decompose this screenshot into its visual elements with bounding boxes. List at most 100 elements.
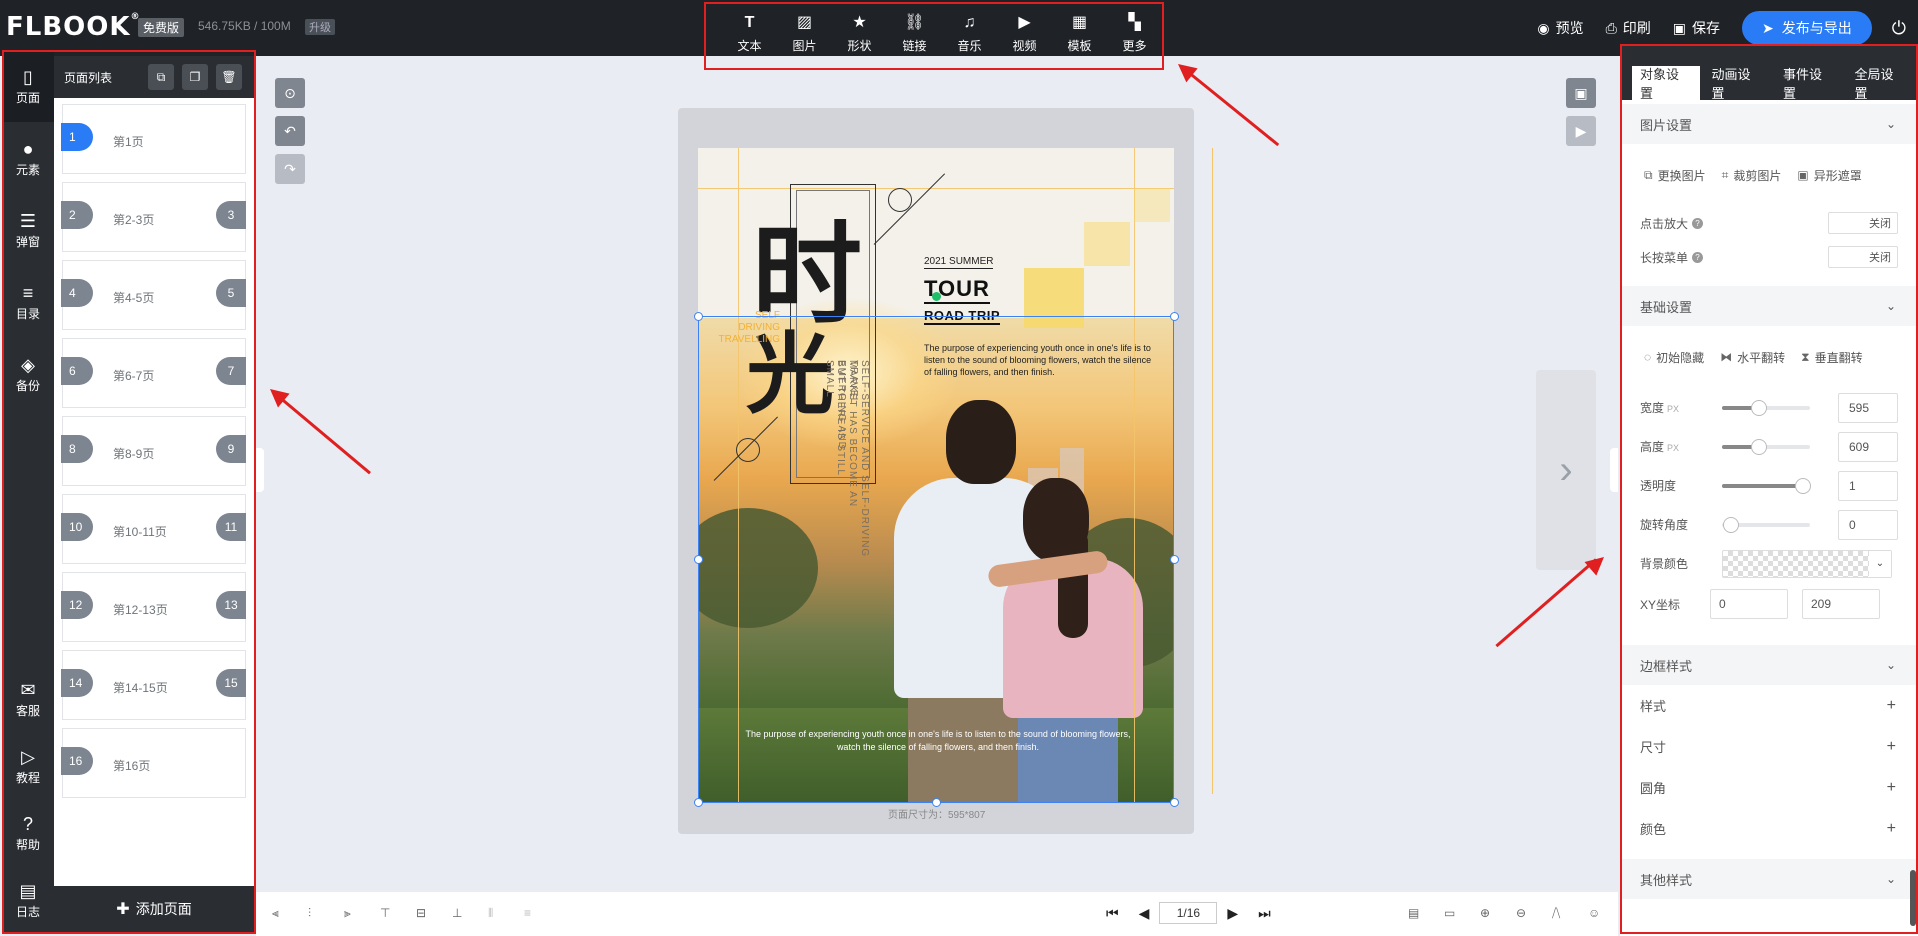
preview-button[interactable]: ◉ 预览 bbox=[1537, 18, 1583, 38]
resize-handle[interactable] bbox=[694, 312, 703, 321]
page-card-2-3[interactable]: 2 第2-3页 3 bbox=[61, 182, 246, 252]
tab-animation-settings[interactable]: 动画设置 bbox=[1704, 66, 1772, 101]
tab-event-settings[interactable]: 事件设置 bbox=[1775, 66, 1843, 101]
save-button[interactable]: ▣ 保存 bbox=[1673, 18, 1720, 38]
first-page-icon[interactable]: ⏮ bbox=[1106, 905, 1119, 922]
replace-image-button[interactable]: ⧉ 更换图片 bbox=[1644, 167, 1706, 184]
panel-scrollbar[interactable] bbox=[1910, 870, 1916, 926]
page-card-4-5[interactable]: 4 第4-5页 5 bbox=[61, 260, 246, 330]
align-middle-icon[interactable]: ⊟ bbox=[416, 906, 426, 920]
rail-item-elements[interactable]: ● 元素 bbox=[2, 122, 54, 194]
last-page-icon[interactable]: ⏭ bbox=[1258, 905, 1271, 922]
image-settings-header[interactable]: 图片设置 ⌄ bbox=[1620, 104, 1918, 144]
road-trip-heading[interactable]: ROAD TRIP bbox=[924, 308, 1000, 325]
add-page-button[interactable]: ✚ 添加页面 bbox=[54, 886, 254, 932]
width-input[interactable]: 595 bbox=[1838, 392, 1898, 423]
align-left-icon[interactable]: ⫷ bbox=[272, 906, 279, 921]
y-input[interactable]: 209 bbox=[1802, 589, 1880, 619]
page-input[interactable]: 1/16 bbox=[1159, 902, 1218, 924]
tool-more[interactable]: ▚ 更多 bbox=[1107, 4, 1162, 68]
long-press-toggle[interactable]: 关闭 bbox=[1828, 246, 1898, 268]
power-icon[interactable]: ⏻ bbox=[1892, 18, 1906, 39]
rotate-handle[interactable] bbox=[932, 292, 941, 301]
background-color-picker[interactable]: ⌄ bbox=[1722, 549, 1892, 578]
resize-handle[interactable] bbox=[1170, 312, 1179, 321]
initial-hide-button[interactable]: ◌ 初始隐藏 bbox=[1644, 349, 1704, 366]
distribute-h-icon[interactable]: ⦀ bbox=[488, 906, 493, 921]
collapse-right-handle[interactable] bbox=[1610, 448, 1618, 492]
zoom-out-icon[interactable]: ⊖ bbox=[1516, 906, 1526, 920]
height-input[interactable]: 609 bbox=[1838, 431, 1898, 462]
play-icon[interactable]: ▶ bbox=[1566, 116, 1596, 146]
rotate-input[interactable]: 0 bbox=[1838, 509, 1898, 540]
rail-item-log[interactable]: ▤ 日志 bbox=[2, 867, 54, 934]
rotate-slider[interactable] bbox=[1722, 516, 1810, 533]
zoom-in-icon[interactable]: ⊕ bbox=[1480, 906, 1490, 920]
tab-object-settings[interactable]: 对象设置 bbox=[1632, 66, 1700, 101]
page-card-1[interactable]: 1 第1页 bbox=[61, 104, 246, 174]
distribute-v-icon[interactable]: ≡ bbox=[524, 906, 531, 920]
opacity-input[interactable]: 1 bbox=[1838, 470, 1898, 501]
resize-handle[interactable] bbox=[1170, 798, 1179, 807]
rail-item-tutorial[interactable]: ▷ 教程 bbox=[2, 733, 54, 800]
tool-music[interactable]: ♫ 音乐 bbox=[942, 4, 997, 68]
resize-handle[interactable] bbox=[1170, 555, 1179, 564]
border-style-header[interactable]: 边框样式 ⌄ bbox=[1620, 645, 1918, 685]
page-card-16[interactable]: 16 第16页 bbox=[61, 728, 246, 798]
other-style-header[interactable]: 其他样式 ⌄ bbox=[1620, 859, 1918, 899]
duplicate-page-icon[interactable]: ❐ bbox=[182, 64, 208, 90]
align-top-icon[interactable]: ⊤ bbox=[380, 906, 390, 920]
copy-page-icon[interactable]: ⧉ bbox=[148, 64, 174, 90]
bottom-caption[interactable]: The purpose of experiencing youth once i… bbox=[738, 728, 1138, 754]
next-page-icon[interactable]: ▶ bbox=[1227, 905, 1238, 922]
basic-settings-header[interactable]: 基础设置 ⌄ bbox=[1620, 286, 1918, 326]
crop-image-button[interactable]: ⌗ 裁剪图片 bbox=[1722, 167, 1782, 184]
tool-template[interactable]: ▦ 模板 bbox=[1052, 4, 1107, 68]
tab-global-settings[interactable]: 全局设置 bbox=[1847, 66, 1915, 101]
click-zoom-toggle[interactable]: 关闭 bbox=[1828, 212, 1898, 234]
undo-icon[interactable]: ↶ bbox=[275, 116, 305, 146]
reset-view-icon[interactable]: ⊙ bbox=[275, 78, 305, 108]
border-size-row[interactable]: 尺寸 + bbox=[1620, 726, 1918, 767]
collapse-left-handle[interactable] bbox=[256, 448, 264, 492]
height-slider[interactable] bbox=[1722, 438, 1810, 455]
align-center-h-icon[interactable]: ⫶ bbox=[308, 906, 311, 921]
tool-text[interactable]: T 文本 bbox=[722, 4, 777, 68]
border-color-row[interactable]: 颜色 + bbox=[1620, 808, 1918, 849]
intro-paragraph[interactable]: The purpose of experiencing youth once i… bbox=[924, 342, 1154, 378]
shape-mask-button[interactable]: ▣ 异形遮罩 bbox=[1797, 167, 1861, 184]
tool-shape[interactable]: ★ 形状 bbox=[832, 4, 887, 68]
tool-image[interactable]: ▨ 图片 bbox=[777, 4, 832, 68]
flip-vertical-button[interactable]: ⧗ 垂直翻转 bbox=[1801, 349, 1862, 366]
rail-item-backup[interactable]: ◈ 备份 bbox=[2, 338, 54, 410]
summer-label[interactable]: 2021 SUMMER bbox=[924, 256, 994, 269]
emoji-icon[interactable]: ☺ bbox=[1588, 906, 1600, 920]
self-driving-caption[interactable]: SELF DRIVING TRAVELLING bbox=[700, 310, 781, 346]
page-card-12-13[interactable]: 12 第12-13页 13 bbox=[61, 572, 246, 642]
rail-item-popup[interactable]: ☰ 弹窗 bbox=[2, 194, 54, 266]
width-slider[interactable] bbox=[1722, 399, 1810, 416]
border-style-row[interactable]: 样式 + bbox=[1620, 685, 1918, 726]
print-button[interactable]: ⎙ 印刷 bbox=[1606, 18, 1651, 38]
resize-handle[interactable] bbox=[694, 798, 703, 807]
page-view-icon[interactable]: ▤ bbox=[1408, 906, 1419, 920]
page-card-14-15[interactable]: 14 第14-15页 15 bbox=[61, 650, 246, 720]
align-bottom-icon[interactable]: ⊥ bbox=[452, 906, 462, 920]
page-card-6-7[interactable]: 6 第6-7页 7 bbox=[61, 338, 246, 408]
fit-icon[interactable]: ⧸⧹ bbox=[1552, 906, 1560, 921]
rail-item-pages[interactable]: ▯ 页面 bbox=[2, 50, 54, 122]
page-card-8-9[interactable]: 8 第8-9页 9 bbox=[61, 416, 246, 486]
upgrade-button[interactable]: 升级 bbox=[305, 19, 335, 35]
prev-page-icon[interactable]: ◀ bbox=[1139, 905, 1150, 922]
tool-video[interactable]: ▶ 视频 bbox=[997, 4, 1052, 68]
opacity-slider[interactable] bbox=[1722, 477, 1811, 494]
x-input[interactable]: 0 bbox=[1710, 589, 1788, 619]
flip-horizontal-button[interactable]: ⧓ 水平翻转 bbox=[1720, 349, 1785, 366]
layers-icon[interactable]: ▣ bbox=[1566, 78, 1596, 108]
redo-icon[interactable]: ↷ bbox=[275, 154, 305, 184]
next-page-arrow[interactable]: › bbox=[1536, 370, 1596, 570]
vertical-text-3[interactable]: BUT THERE IS STILL SMALL bbox=[824, 360, 846, 500]
rail-item-support[interactable]: ✉ 客服 bbox=[2, 666, 54, 733]
publish-button[interactable]: ➤ 发布与导出 bbox=[1742, 11, 1872, 45]
rail-item-toc[interactable]: ≡ 目录 bbox=[2, 266, 54, 338]
